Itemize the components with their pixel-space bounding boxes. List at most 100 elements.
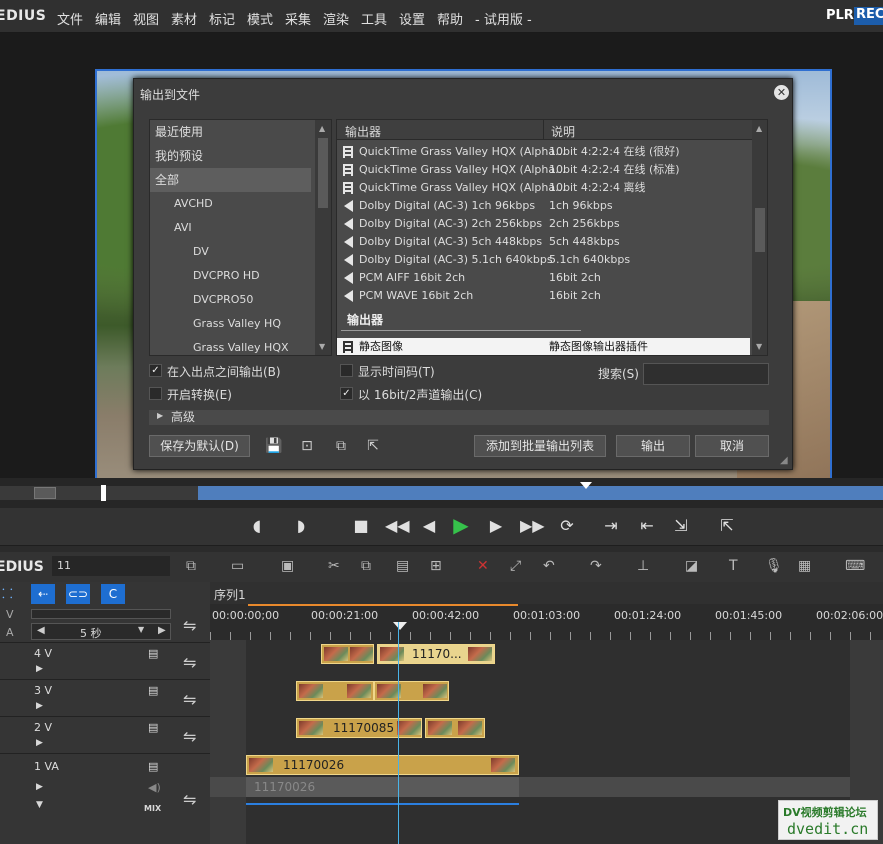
category-item-all[interactable]: 全部 — [150, 168, 311, 192]
convert-checkbox[interactable] — [149, 387, 162, 400]
delete-icon[interactable]: ✕ — [477, 558, 489, 574]
exporter-row[interactable]: PCM AIFF 16bit 2ch 16bit 2ch — [337, 269, 752, 287]
exporter-row[interactable]: PCM WAVE 16bit 2ch 16bit 2ch — [337, 287, 752, 305]
category-item-dvcpro50[interactable]: DVCPRO50 — [150, 288, 311, 312]
save-icon[interactable]: 💾 — [265, 437, 283, 455]
clip-3v-b[interactable] — [374, 681, 449, 701]
exporter-row[interactable]: Dolby Digital (AC-3) 5.1ch 640kbps 5.1ch … — [337, 251, 752, 269]
paste-attr-icon[interactable]: ⊞ — [430, 558, 442, 574]
scroll-up-icon[interactable]: ▲ — [319, 124, 325, 133]
category-item-dvcprohd[interactable]: DVCPRO HD — [150, 264, 311, 288]
exporter-row[interactable]: QuickTime Grass Valley HQX (Alpha... 10bi… — [337, 179, 752, 197]
add-batch-button[interactable]: 添加到批量输出列表 — [474, 435, 606, 457]
sequence-tab[interactable]: 序列1 — [214, 586, 246, 603]
paste-icon[interactable]: ▤ — [396, 558, 409, 574]
fast-forward-icon[interactable]: ▶▶ — [520, 516, 545, 535]
zoom-next-icon[interactable]: ▶ — [158, 625, 166, 636]
track-row-4v[interactable]: 4 V ▶ ▤ ⇋ — [0, 642, 210, 679]
marker-icon[interactable]: ⇲ — [670, 516, 692, 535]
scroll-up-icon[interactable]: ▲ — [756, 124, 762, 133]
project-name-field[interactable]: 11 — [52, 556, 170, 576]
set-out-icon[interactable]: ◗ — [290, 516, 312, 535]
snap-icon[interactable]: C — [101, 584, 125, 604]
zoom-prev-icon[interactable]: ◀ — [37, 625, 45, 636]
expand-icon[interactable]: ▶ — [36, 664, 43, 674]
zoom-dropdown-icon[interactable]: ▼ — [138, 625, 144, 634]
timecode-checkbox[interactable] — [340, 364, 353, 377]
plr-mode-button[interactable]: PLR — [826, 8, 854, 23]
video-icon[interactable]: ▤ — [148, 647, 158, 660]
clip-4v-b[interactable]: 11170... — [377, 644, 495, 664]
category-item-gvhq[interactable]: Grass Valley HQ — [150, 312, 311, 336]
col-exporter[interactable]: 输出器 — [345, 123, 381, 140]
video-icon[interactable]: ▤ — [148, 684, 158, 697]
title-icon[interactable]: T — [729, 558, 738, 574]
category-scrollbar[interactable]: ▲ ▼ — [315, 120, 331, 355]
menu-mode[interactable]: 模式 — [247, 9, 273, 28]
clip-2v-a[interactable]: 11170085 — [296, 718, 422, 738]
expand-icon[interactable]: ▶ — [36, 738, 43, 748]
exporter-row[interactable]: QuickTime Grass Valley HQX (Alpha... 10bi… — [337, 161, 752, 179]
menu-view[interactable]: 视图 — [133, 9, 159, 28]
swap-icon[interactable]: ⇋ — [183, 616, 196, 635]
play-icon[interactable]: ▶ — [450, 513, 472, 537]
exporter-scrollbar[interactable]: ▲ ▼ — [752, 120, 767, 355]
menu-marker[interactable]: 标记 — [209, 9, 235, 28]
copy-icon[interactable]: ⧉ — [361, 558, 371, 574]
menu-render[interactable]: 渲染 — [323, 9, 349, 28]
loop-icon[interactable]: ⟳ — [556, 516, 578, 535]
scroll-thumb[interactable] — [318, 138, 328, 208]
export-button[interactable]: 输出 — [616, 435, 690, 457]
audio-icon[interactable]: ◀) — [148, 781, 161, 794]
zoom-select[interactable]: ◀ 5 秒 ▼ ▶ — [31, 623, 171, 640]
rewind-icon[interactable]: ◀◀ — [385, 516, 410, 535]
set-in-icon[interactable]: ◖ — [246, 516, 268, 535]
swap-icon[interactable]: ⇋ — [183, 653, 196, 672]
split-icon[interactable]: ⊥ — [637, 558, 649, 574]
menu-tools[interactable]: 工具 — [361, 9, 387, 28]
advanced-bar[interactable]: ▶ 高级 — [149, 410, 769, 425]
cut-icon[interactable]: ✂ — [328, 558, 340, 574]
exporter-row-selected[interactable]: 静态图像 静态图像输出器插件 — [337, 338, 750, 355]
open-icon[interactable]: ▭ — [231, 558, 244, 574]
scroll-thumb[interactable] — [755, 208, 765, 252]
collapse-icon[interactable]: ▼ — [36, 800, 43, 810]
track-row-3v[interactable]: 3 V ▶ ▤ ⇋ — [0, 679, 210, 716]
menu-capture[interactable]: 采集 — [285, 9, 311, 28]
category-item-presets[interactable]: 我的预设 — [150, 144, 311, 168]
undo-icon[interactable]: ↶ — [543, 558, 555, 574]
clip-2v-b[interactable] — [425, 718, 485, 738]
export-preset-icon[interactable]: ⇱ — [364, 437, 382, 455]
export-icon[interactable]: ⇱ — [716, 516, 738, 535]
track-row-2v[interactable]: 2 V ▶ ▤ ⇋ — [0, 716, 210, 753]
keyboard-icon[interactable]: ⌨ — [845, 558, 865, 574]
effect-icon[interactable]: ◪ — [685, 558, 698, 574]
stop-icon[interactable]: ■ — [350, 516, 372, 535]
clip-3v-a[interactable] — [296, 681, 374, 701]
scroll-down-icon[interactable]: ▼ — [319, 342, 325, 351]
zoom-slider[interactable] — [31, 609, 171, 619]
track-row-1va[interactable]: 1 VA ▶ ▼ ▤ ◀) MIX ⇋ — [0, 753, 210, 844]
voiceover-icon[interactable]: 🎙 — [765, 558, 783, 574]
step-back-icon[interactable]: ◀ — [418, 516, 440, 535]
menu-edit[interactable]: 编辑 — [95, 9, 121, 28]
step-forward-icon[interactable]: ▶ — [485, 516, 507, 535]
insert-icon[interactable]: ⇥ — [600, 516, 622, 535]
sync-mode-icon[interactable]: ⇠ — [31, 584, 55, 604]
category-item-avchd[interactable]: AVCHD — [150, 192, 311, 216]
render-icon[interactable]: ▦ — [798, 558, 811, 574]
col-description[interactable]: 说明 — [551, 123, 575, 140]
menu-file[interactable]: 文件 — [57, 9, 83, 28]
time-ruler[interactable]: 00:00:00;00 00:00:21:00 00:00:42:00 00:0… — [210, 604, 883, 640]
overwrite-icon[interactable]: ⇤ — [636, 516, 658, 535]
save-icon[interactable]: ▣ — [281, 558, 294, 574]
expand-icon[interactable]: ▶ — [36, 701, 43, 711]
scrub-thumb[interactable] — [34, 487, 56, 499]
menu-clip[interactable]: 素材 — [171, 9, 197, 28]
exporter-row[interactable]: Dolby Digital (AC-3) 1ch 96kbps 1ch 96kbp… — [337, 197, 752, 215]
cancel-button[interactable]: 取消 — [695, 435, 769, 457]
exporter-row[interactable]: QuickTime Grass Valley HQX (Alpha... 10bi… — [337, 143, 752, 161]
clip-1va[interactable]: 11170026 — [246, 755, 519, 775]
sequence-icon[interactable]: ⧉ — [186, 558, 196, 574]
inout-checkbox[interactable]: ✓ — [149, 364, 162, 377]
